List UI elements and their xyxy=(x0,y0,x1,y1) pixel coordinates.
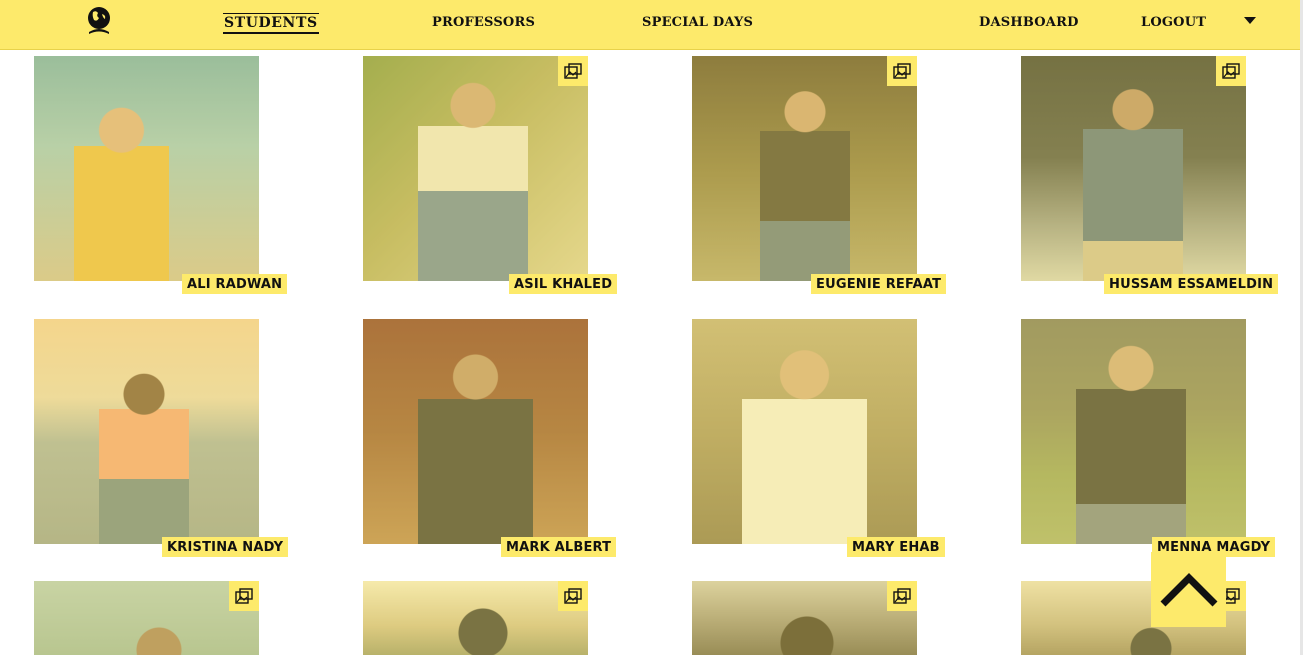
student-card[interactable]: ASIL KHALED xyxy=(363,56,618,301)
student-card[interactable]: HUSSAM ESSAMELDIN xyxy=(1021,56,1279,301)
student-photo[interactable] xyxy=(363,56,588,281)
gallery-icon[interactable] xyxy=(229,581,259,611)
student-name[interactable]: MARK ALBERT xyxy=(501,537,617,557)
student-card[interactable] xyxy=(692,581,942,655)
gallery-icon[interactable] xyxy=(887,581,917,611)
gallery-icon[interactable] xyxy=(558,56,588,86)
student-photo[interactable] xyxy=(1021,319,1246,544)
gallery-icon[interactable] xyxy=(887,56,917,86)
student-card[interactable]: KRISTINA NADY xyxy=(34,319,289,564)
student-photo[interactable] xyxy=(692,319,917,544)
student-card[interactable]: EUGENIE REFAAT xyxy=(692,56,947,301)
gallery-icon[interactable] xyxy=(558,581,588,611)
student-photo[interactable] xyxy=(34,581,259,655)
student-name[interactable]: MARY EHAB xyxy=(847,537,945,557)
student-name[interactable]: ALI RADWAN xyxy=(182,274,288,294)
student-card[interactable] xyxy=(1021,581,1271,655)
chevron-up-icon xyxy=(1160,572,1217,606)
students-grid: ALI RADWAN ASIL KHALED EUGENIE REFAAT HU… xyxy=(0,0,1300,655)
scroll-to-top-button[interactable] xyxy=(1151,552,1226,627)
student-photo[interactable] xyxy=(692,581,917,655)
gallery-icon[interactable] xyxy=(1216,56,1246,86)
student-name[interactable]: KRISTINA NADY xyxy=(162,537,289,557)
student-photo[interactable] xyxy=(363,319,588,544)
student-card[interactable] xyxy=(363,581,613,655)
student-card[interactable]: ALI RADWAN xyxy=(34,56,288,301)
student-name[interactable]: EUGENIE REFAAT xyxy=(811,274,947,294)
student-name[interactable]: HUSSAM ESSAMELDIN xyxy=(1104,274,1279,294)
student-card[interactable]: MARK ALBERT xyxy=(363,319,617,564)
student-card[interactable]: MARY EHAB xyxy=(692,319,945,564)
student-card[interactable]: MENNA MAGDY xyxy=(1021,319,1276,564)
student-photo[interactable] xyxy=(1021,56,1246,281)
student-card[interactable] xyxy=(34,581,284,655)
student-photo[interactable] xyxy=(34,319,259,544)
student-name[interactable]: ASIL KHALED xyxy=(509,274,618,294)
student-photo[interactable] xyxy=(692,56,917,281)
student-photo[interactable] xyxy=(363,581,588,655)
student-photo[interactable] xyxy=(34,56,259,281)
